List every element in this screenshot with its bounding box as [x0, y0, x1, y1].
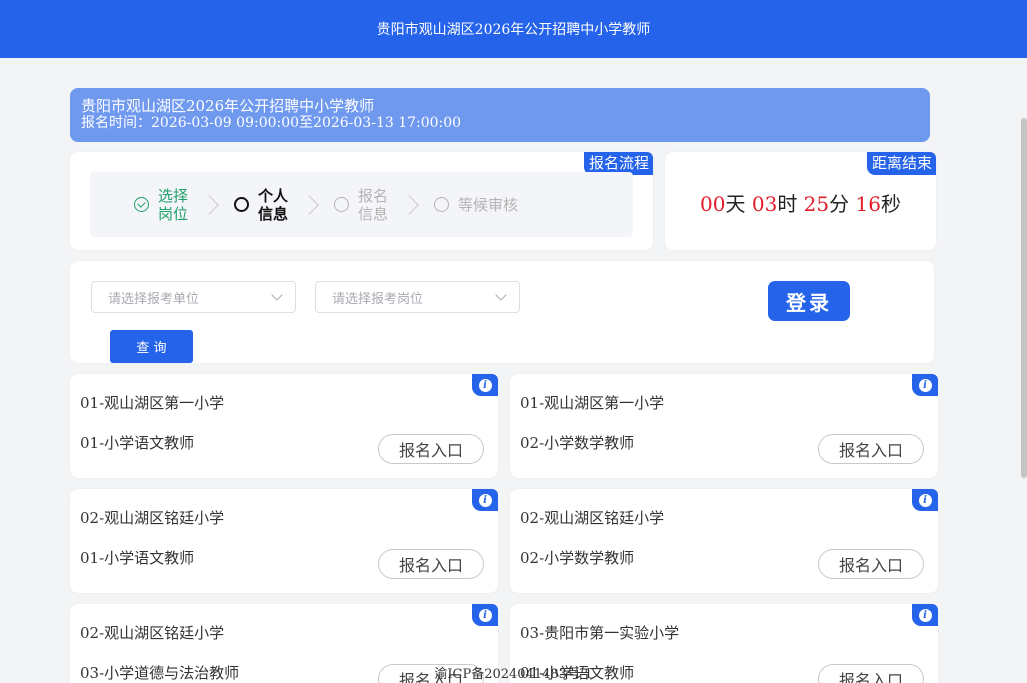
position-name: 02-小学数学教师 — [520, 549, 635, 567]
apply-button[interactable]: 报名入口 — [378, 549, 484, 579]
step-personal-info: 个人 信息 — [234, 187, 288, 223]
chevron-right-icon — [199, 194, 219, 215]
position-name: 02-小学数学教师 — [520, 434, 635, 452]
circle-icon — [434, 197, 450, 212]
info-icon: i — [478, 493, 492, 507]
icp-number[interactable]: 渝ICP备2024041483号-1 — [434, 667, 592, 682]
info-badge[interactable]: i — [912, 604, 938, 626]
school-name: 02-观山湖区铭廷小学 — [520, 509, 665, 527]
countdown-seconds: 16 — [855, 192, 881, 216]
step-label: 等候审核 — [458, 195, 519, 214]
query-button[interactable]: 查 询 — [110, 330, 193, 363]
scrollbar-thumb[interactable] — [1021, 118, 1027, 478]
school-name: 02-观山湖区铭廷小学 — [80, 509, 225, 527]
step-select-post: 选择 岗位 — [134, 187, 188, 223]
position-name: 01-小学语文教师 — [80, 549, 195, 567]
countdown-days: 00 — [700, 192, 726, 216]
info-badge[interactable]: i — [912, 374, 938, 396]
school-name: 03-贵阳市第一实验小学 — [520, 624, 680, 642]
chevron-down-icon — [271, 289, 283, 301]
job-card: i 01-观山湖区第一小学 02-小学数学教师 报名入口 — [510, 374, 938, 478]
info-badge[interactable]: i — [472, 604, 498, 626]
recruitment-banner: 贵阳市观山湖区2026年公开招聘中小学教师 报名时间：2026-03-09 09… — [70, 88, 930, 142]
apply-button[interactable]: 报名入口 — [818, 434, 924, 464]
countdown-hours: 03 — [751, 192, 778, 216]
top-header: 贵阳市观山湖区2026年公开招聘中小学教师 — [0, 0, 1027, 58]
school-name: 01-观山湖区第一小学 — [520, 394, 665, 412]
countdown-card: 距离结束 00天 03时 25分 16秒 — [665, 152, 936, 250]
info-icon: i — [478, 608, 492, 622]
post-select-placeholder: 请选择报考岗位 — [332, 291, 424, 307]
search-card: 请选择报考单位 请选择报考岗位 查 询 登录 — [70, 261, 934, 363]
countdown-minutes: 25 — [803, 192, 830, 216]
job-card: i 02-观山湖区铭廷小学 01-小学语文教师 报名入口 — [70, 489, 498, 593]
check-circle-icon — [134, 197, 149, 212]
info-icon: i — [918, 608, 932, 622]
post-select[interactable]: 请选择报考岗位 — [315, 281, 520, 313]
process-steps: 选择 岗位 个人 信息 报名 信息 等候审核 — [90, 172, 633, 237]
info-icon: i — [918, 378, 932, 392]
info-badge[interactable]: i — [472, 489, 498, 511]
login-button[interactable]: 登录 — [768, 281, 850, 321]
step-registration-info: 报名 信息 — [334, 187, 388, 223]
school-name: 01-观山湖区第一小学 — [80, 394, 225, 412]
process-card: 报名流程 选择 岗位 个人 信息 报名 信息 等候审核 — [70, 152, 653, 250]
step-label: 报名 信息 — [358, 186, 389, 223]
job-card: i 01-观山湖区第一小学 01-小学语文教师 报名入口 — [70, 374, 498, 478]
apply-button[interactable]: 报名入口 — [818, 549, 924, 579]
icp-footer[interactable]: 渝ICP备2024041483号-1 — [0, 663, 1027, 682]
step-await-review: 等候审核 — [434, 196, 518, 214]
apply-button[interactable]: 报名入口 — [378, 434, 484, 464]
page-scrollbar[interactable] — [1019, 58, 1027, 683]
step-label: 个人 信息 — [258, 186, 289, 223]
info-icon: i — [918, 493, 932, 507]
banner-title: 贵阳市观山湖区2026年公开招聘中小学教师 — [81, 97, 375, 115]
circle-icon — [234, 197, 250, 212]
chevron-right-icon — [299, 194, 319, 215]
chevron-down-icon — [495, 289, 507, 301]
info-badge[interactable]: i — [472, 374, 498, 396]
position-name: 01-小学语文教师 — [80, 434, 195, 452]
unit-select[interactable]: 请选择报考单位 — [91, 281, 296, 313]
header-title: 贵阳市观山湖区2026年公开招聘中小学教师 — [376, 22, 651, 38]
unit-select-placeholder: 请选择报考单位 — [108, 291, 200, 307]
step-label: 选择 岗位 — [158, 186, 189, 223]
registration-period: 报名时间：2026-03-09 09:00:00至2026-03-13 17:0… — [81, 115, 462, 131]
countdown-tag: 距离结束 — [866, 152, 936, 175]
job-card: i 02-观山湖区铭廷小学 02-小学数学教师 报名入口 — [510, 489, 938, 593]
school-name: 02-观山湖区铭廷小学 — [80, 624, 225, 642]
circle-icon — [334, 197, 350, 212]
countdown-timer: 00天 03时 25分 16秒 — [700, 192, 901, 216]
info-icon: i — [478, 378, 492, 392]
info-badge[interactable]: i — [912, 489, 938, 511]
chevron-right-icon — [399, 194, 419, 215]
